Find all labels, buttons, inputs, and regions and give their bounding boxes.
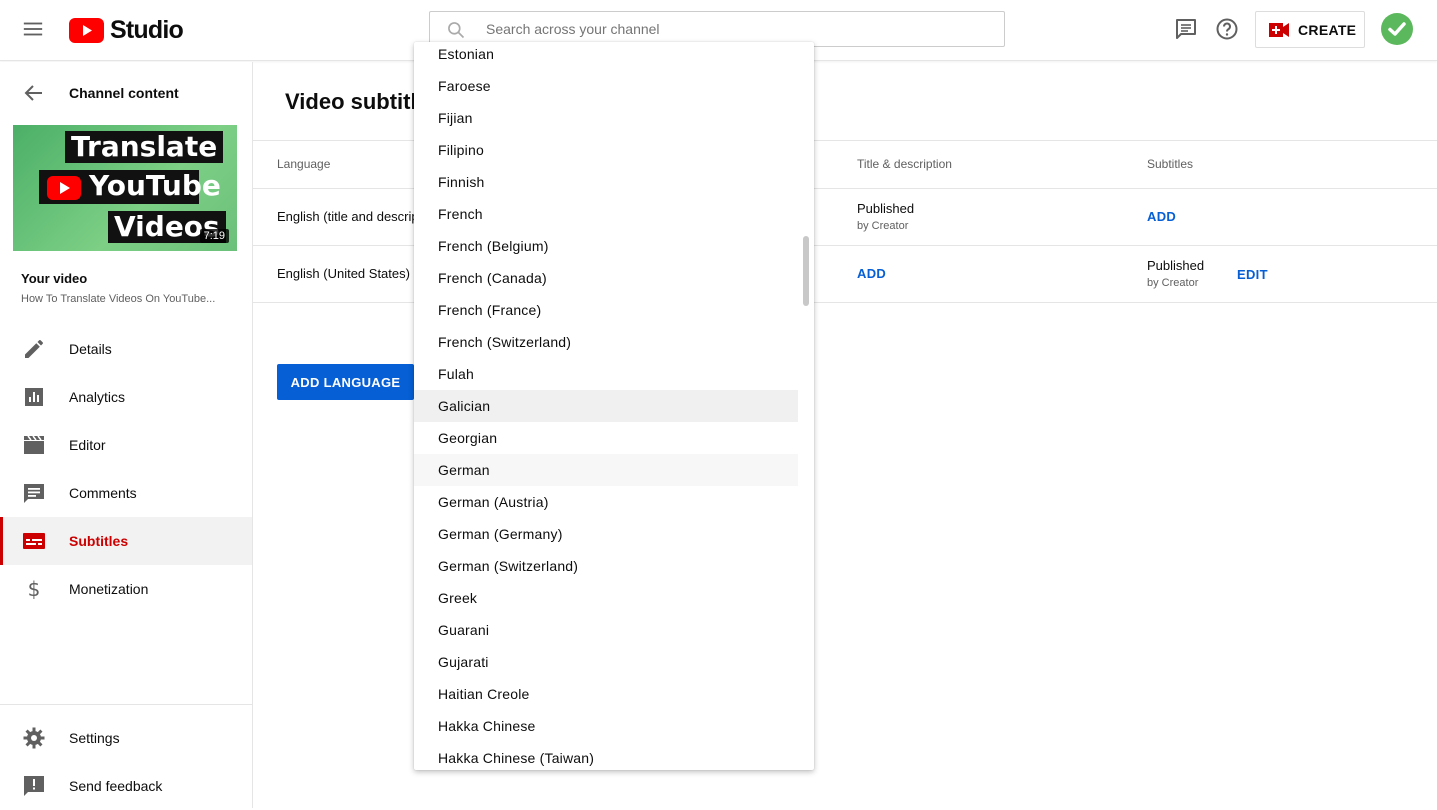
language-option[interactable]: Estonian: [414, 42, 798, 70]
language-option[interactable]: Gujarati: [414, 646, 798, 678]
sidebar-item-monetization[interactable]: $ Monetization: [0, 565, 252, 613]
feedback-icon: [24, 776, 44, 796]
language-option[interactable]: Greek: [414, 582, 798, 614]
title-status-by: by Creator: [857, 220, 909, 232]
subtitles-status: Published: [1147, 258, 1205, 273]
sidebar-item-details[interactable]: Details: [0, 325, 252, 373]
sidebar-item-label: Editor: [69, 437, 106, 453]
language-option[interactable]: German (Austria): [414, 486, 798, 518]
sidebar-item-label: Analytics: [69, 389, 126, 405]
search-icon[interactable]: [446, 20, 466, 40]
sidebar-item-label: Subtitles: [69, 533, 129, 549]
pencil-icon: [25, 340, 43, 358]
language-option[interactable]: Finnish: [414, 166, 798, 198]
svg-text:$: $: [28, 577, 41, 601]
sidebar-item-comments[interactable]: Comments: [0, 469, 252, 517]
sidebar-item-label: Comments: [69, 485, 137, 501]
thumbnail-text-line: Translate: [65, 131, 224, 163]
your-video-label: Your video: [21, 271, 88, 286]
sidebar-item-label: Details: [69, 341, 112, 357]
gear-icon: [23, 727, 45, 749]
clapperboard-icon: [24, 435, 44, 454]
hamburger-menu-icon[interactable]: [22, 18, 44, 40]
video-duration: 7:19: [199, 229, 229, 243]
arrow-back-icon[interactable]: [22, 81, 46, 105]
language-option[interactable]: Hakka Chinese (Taiwan): [414, 742, 798, 770]
video-thumbnail[interactable]: Translate YouTube Videos 7:19: [13, 125, 237, 251]
language-option[interactable]: French (France): [414, 294, 798, 326]
language-option[interactable]: Hakka Chinese: [414, 710, 798, 742]
sidebar-item-label: Settings: [69, 730, 120, 746]
sidebar-item-subtitles[interactable]: Subtitles: [0, 517, 252, 565]
back-to-channel-content[interactable]: Channel content: [0, 62, 252, 124]
column-header-title-description: Title & description: [857, 157, 952, 171]
language-dropdown[interactable]: Estonian Faroese Fijian Filipino Finnish Fren…: [414, 42, 814, 770]
add-language-button[interactable]: ADD LANGUAGE: [277, 364, 414, 400]
channel-content-label: Channel content: [69, 85, 179, 101]
help-icon[interactable]: [1215, 17, 1239, 41]
column-header-language: Language: [277, 157, 331, 171]
video-camera-plus-icon: [1269, 22, 1289, 37]
language-option[interactable]: French (Switzerland): [414, 326, 798, 358]
studio-logo[interactable]: Studio: [69, 15, 184, 44]
language-option[interactable]: German: [414, 454, 798, 486]
search-input[interactable]: [486, 12, 986, 46]
page-title: Video subtitl: [285, 89, 417, 114]
title-status: Published: [857, 201, 915, 216]
comment-icon: [24, 484, 44, 503]
create-button[interactable]: CREATE: [1255, 11, 1365, 48]
dropdown-scrollbar[interactable]: [803, 236, 809, 306]
language-option[interactable]: Haitian Creole: [414, 678, 798, 710]
language-option[interactable]: French: [414, 198, 798, 230]
youtube-play-icon: [47, 176, 81, 200]
checkmark-icon: [1388, 22, 1406, 36]
video-title[interactable]: How To Translate Videos On YouTube...: [21, 293, 235, 305]
add-subtitles-link[interactable]: ADD: [1147, 209, 1176, 224]
language-option[interactable]: French (Belgium): [414, 230, 798, 262]
analytics-icon: [25, 388, 43, 406]
language-option[interactable]: Filipino: [414, 134, 798, 166]
add-title-description-link[interactable]: ADD: [857, 266, 886, 281]
sidebar-item-label: Monetization: [69, 581, 149, 597]
column-header-subtitles: Subtitles: [1147, 157, 1194, 171]
messages-icon[interactable]: [1174, 17, 1198, 41]
dollar-icon: $: [28, 577, 41, 601]
sidebar-item-label: Send feedback: [69, 778, 163, 794]
sidebar-item-send-feedback[interactable]: Send feedback: [0, 762, 252, 810]
language-option[interactable]: Faroese: [414, 70, 798, 102]
sidebar: Channel content Translate YouTube Videos…: [0, 62, 253, 808]
language-option[interactable]: Galician: [414, 390, 798, 422]
language-option[interactable]: Fijian: [414, 102, 798, 134]
sidebar-item-editor[interactable]: Editor: [0, 421, 252, 469]
thumbnail-text-line: YouTube: [89, 169, 221, 202]
language-option[interactable]: French (Canada): [414, 262, 798, 294]
subtitles-status-by: by Creator: [1147, 277, 1199, 289]
sidebar-item-settings[interactable]: Settings: [0, 714, 252, 762]
row-language: English (title and descrip: [277, 209, 419, 224]
sidebar-item-analytics[interactable]: Analytics: [0, 373, 252, 421]
logo-text: Studio: [110, 15, 184, 44]
language-option[interactable]: Fulah: [414, 358, 798, 390]
language-option[interactable]: Guarani: [414, 614, 798, 646]
create-button-label: CREATE: [1298, 21, 1357, 38]
sidebar-divider: [0, 704, 252, 705]
language-option[interactable]: German (Switzerland): [414, 550, 798, 582]
language-option[interactable]: German (Germany): [414, 518, 798, 550]
subtitles-icon: [23, 533, 45, 549]
youtube-logo-icon: [69, 17, 104, 43]
edit-subtitles-link[interactable]: EDIT: [1237, 267, 1268, 282]
row-language: English (United States) (: [277, 266, 418, 281]
language-option[interactable]: Georgian: [414, 422, 798, 454]
avatar[interactable]: [1381, 13, 1413, 45]
